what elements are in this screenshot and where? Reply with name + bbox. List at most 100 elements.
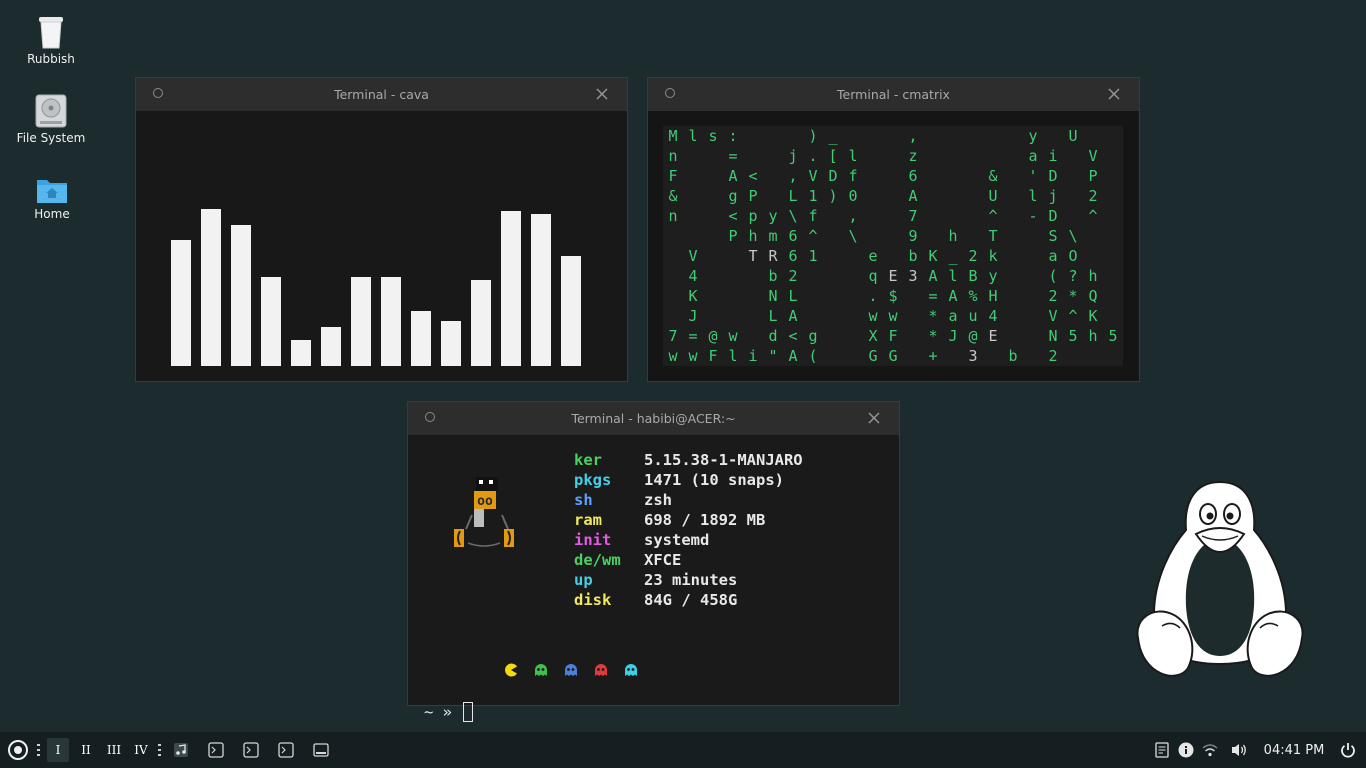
sysinfo-value: 698 / 1892 MB: [644, 511, 766, 529]
sysinfo-row: ram 698 / 1892 MB: [574, 510, 765, 530]
app-menu-button[interactable]: [6, 732, 30, 768]
info-icon: [1178, 742, 1194, 758]
matrix-row: w w Fl i " A(G G +3 b 2: [668, 347, 1058, 365]
close-icon[interactable]: [595, 87, 609, 101]
matrix-row: 4 b 2 q E 3 Al By(? h: [688, 267, 1098, 285]
matrix-row: n < p y \ f, 7 ^ - D ^: [668, 207, 1098, 225]
desktop-icon-home[interactable]: Home: [12, 175, 92, 221]
window-titlebar[interactable]: Terminal - habibi@ACER:~: [408, 402, 899, 435]
cava-bar: [441, 321, 461, 366]
close-icon[interactable]: [867, 411, 881, 425]
terminal-icon: [243, 742, 259, 758]
sysinfo-row: de/wm XFCE: [574, 550, 681, 570]
power-button[interactable]: [1338, 732, 1358, 768]
matrix-row: F A <, V Df 6 & ' D P: [668, 167, 1098, 185]
whisker-menu-icon: [8, 740, 28, 760]
sysinfo-value: 23 minutes: [644, 571, 738, 589]
volume-button[interactable]: [1228, 732, 1250, 768]
terminal-window-cava[interactable]: Terminal - cava: [135, 77, 628, 382]
shell-prompt: ~ »: [424, 703, 452, 721]
sysinfo-key: disk: [574, 591, 612, 609]
workspace-3[interactable]: III: [103, 732, 125, 768]
cava-bar: [561, 256, 581, 366]
terminal-content[interactable]: oo ker 5.15.38-1-MANJARO pkgs 1471 (10 snap…: [408, 435, 899, 722]
sysinfo-value: 1471 (10 snaps): [644, 471, 784, 489]
cava-bar: [231, 225, 251, 366]
matrix-row: K N L. $ = A% H 2 * Q: [688, 287, 1098, 305]
sysinfo-row: ker 5.15.38-1-MANJARO: [574, 450, 803, 470]
window-title: Terminal - habibi@ACER:~: [571, 411, 736, 426]
taskbar-app-terminal-main[interactable]: [275, 732, 297, 768]
panel-separator: [37, 744, 40, 756]
notes-icon: [1155, 742, 1169, 758]
desktop-icon-label: Home: [34, 207, 70, 221]
desktop-icon-label: Rubbish: [27, 52, 75, 66]
matrix-row: 7 = @ w d < g X F * J @ E N 5 h 5: [668, 327, 1118, 345]
window-titlebar[interactable]: Terminal - cmatrix: [648, 78, 1139, 111]
cava-bar: [501, 211, 521, 366]
trash-icon: [39, 17, 63, 49]
info-button[interactable]: [1176, 732, 1196, 768]
panel-separator: [158, 744, 161, 756]
pacman-icon: [505, 663, 517, 677]
cava-bar: [321, 327, 341, 366]
sysinfo-value: systemd: [644, 531, 710, 549]
window-title: Terminal - cmatrix: [837, 87, 950, 102]
cava-bar: [531, 214, 551, 366]
volume-icon: [1232, 744, 1246, 756]
sysinfo-key: de/wm: [574, 551, 621, 569]
cava-bar: [171, 240, 191, 366]
clock[interactable]: 04:41 PM: [1262, 732, 1326, 768]
ghost-icon: [565, 664, 577, 676]
matrix-rain: Ml s:) _, y U n = j.[l z a i V F A <, V Df 6 & ' D P & g P L 1) 0 A U…: [663, 126, 1123, 366]
terminal-content: Ml s:) _, y U n = j.[l z a i V F A <, V Df 6 & ' D P & g P L 1) 0 A U…: [648, 111, 1139, 381]
sysinfo-row: init systemd: [574, 530, 709, 550]
sysinfo-value: zsh: [644, 491, 672, 509]
matrix-row: Ml s:) _, y U: [668, 127, 1078, 145]
terminal-icon: [278, 742, 294, 758]
workspace-1[interactable]: I: [47, 738, 69, 762]
tux-eyes: oo: [477, 494, 493, 509]
cava-bar: [381, 277, 401, 366]
window-title: Terminal - cava: [334, 87, 429, 102]
cava-bar: [411, 311, 431, 366]
wifi-icon: [1202, 744, 1218, 757]
sysinfo-key: ker: [574, 451, 602, 469]
home-folder-icon: [37, 180, 67, 203]
cava-bar: [471, 280, 491, 366]
desktop-icon-file-system[interactable]: File System: [11, 93, 91, 145]
taskbar-app-terminal-cmatrix[interactable]: [240, 732, 262, 768]
taskbar-app-terminal-cava[interactable]: [205, 732, 227, 768]
taskbar-app-music[interactable]: [170, 732, 192, 768]
cava-bar: [351, 277, 371, 366]
close-icon[interactable]: [1107, 87, 1121, 101]
matrix-row: n = j.[l z a i V: [668, 147, 1098, 165]
network-button[interactable]: [1200, 732, 1220, 768]
sysinfo-key: sh: [574, 491, 593, 509]
desktop-icon-rubbish[interactable]: Rubbish: [11, 14, 91, 66]
terminal-window-cmatrix[interactable]: Terminal - cmatrix Ml s:) _, y U n = j.[l z a i V F A…: [647, 77, 1140, 382]
cava-bar: [291, 340, 311, 366]
notes-button[interactable]: [1152, 732, 1172, 768]
sysinfo-value: 84G / 458G: [644, 591, 738, 609]
drive-icon: [35, 94, 67, 128]
show-desktop-button[interactable]: [310, 732, 332, 768]
matrix-row: & g P L 1) 0 A Ul j 2: [668, 187, 1098, 205]
workspace-2[interactable]: II: [75, 732, 97, 768]
window-titlebar[interactable]: Terminal - cava: [136, 78, 627, 111]
taskbar: I II III IV 04:41 PM: [0, 732, 1366, 768]
ghost-icon: [625, 664, 637, 676]
sysinfo-key: up: [574, 571, 593, 589]
music-player-icon: [174, 743, 188, 757]
cava-bar: [261, 277, 281, 366]
sysinfo-key: init: [574, 531, 612, 549]
sysinfo-row: disk 84G / 458G: [574, 590, 737, 610]
tux-penguin-wallpaper: [1136, 480, 1304, 677]
ghost-icon: [595, 664, 607, 676]
cava-visualizer: [136, 111, 627, 381]
sysinfo-value: 5.15.38-1-MANJARO: [644, 451, 803, 469]
text-cursor[interactable]: [463, 702, 473, 722]
terminal-window-main[interactable]: Terminal - habibi@ACER:~ oo ker 5.15.38-1…: [407, 401, 900, 722]
sysinfo-key: pkgs: [574, 471, 612, 489]
workspace-4[interactable]: IV: [130, 732, 152, 768]
